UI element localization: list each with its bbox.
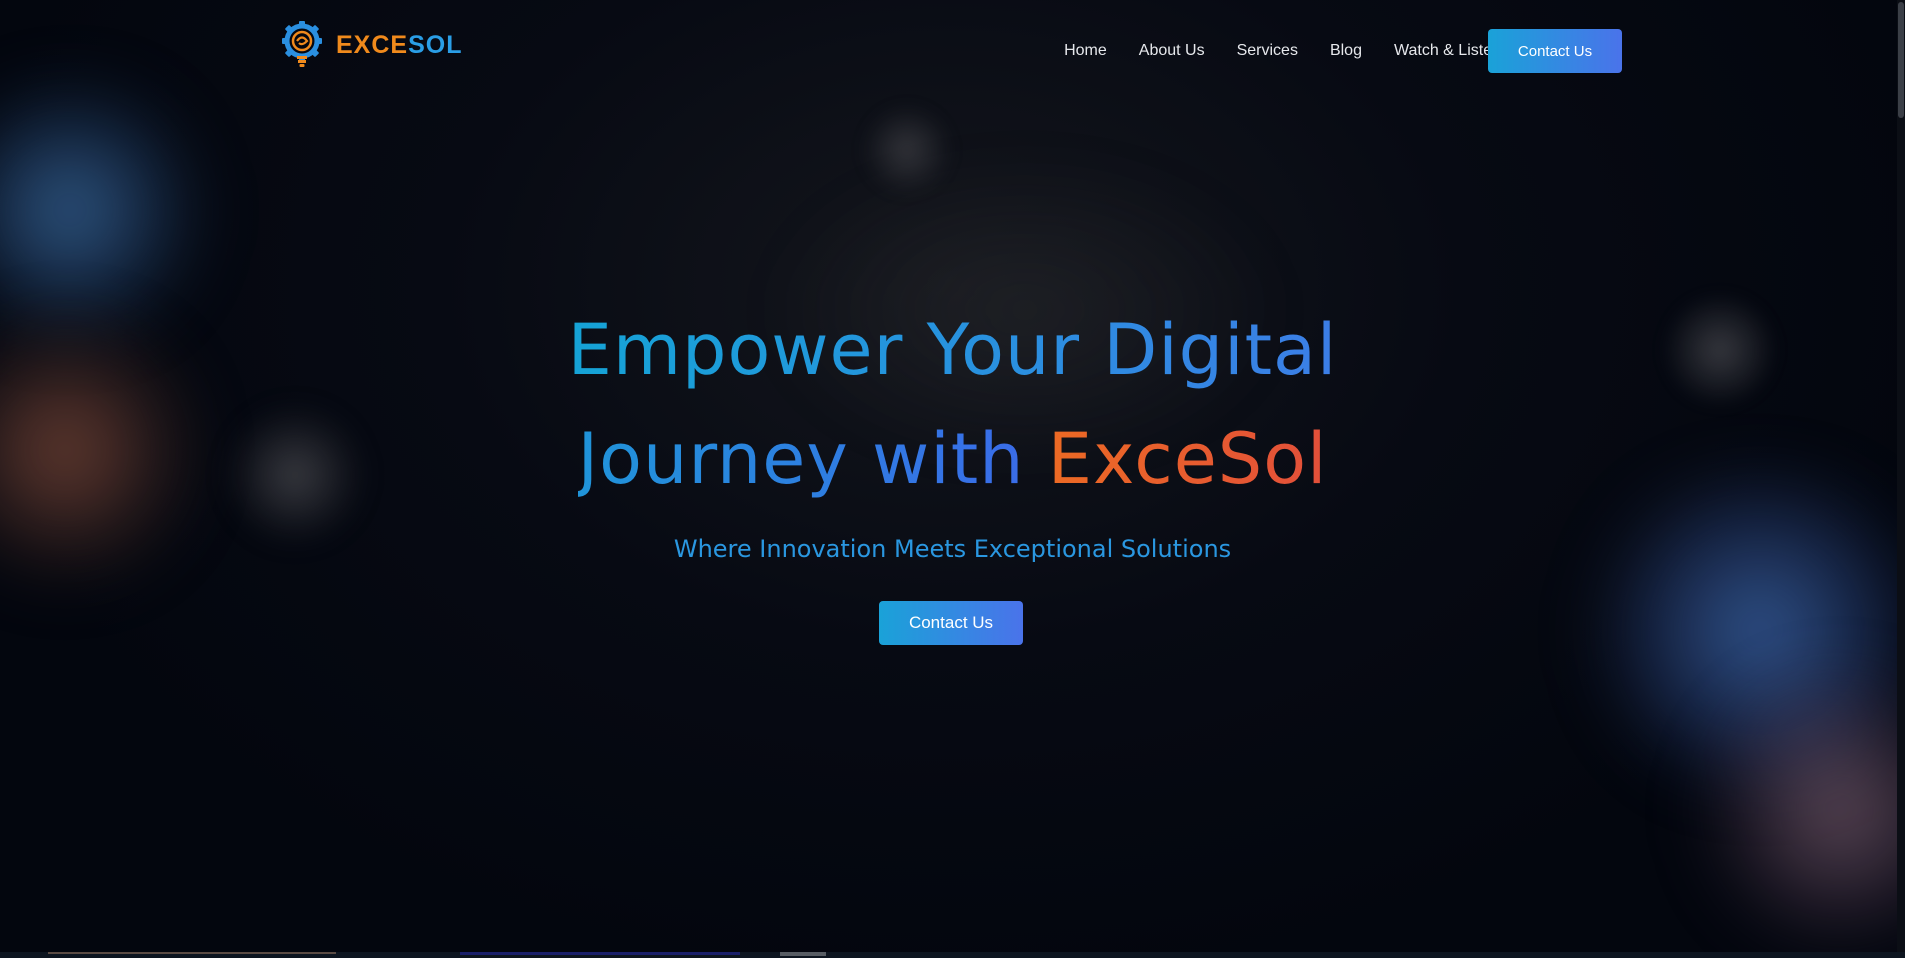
nav-item-watch-listen[interactable]: Watch & Listen xyxy=(1394,42,1501,60)
hero-heading-text-1: Empower Your Digital xyxy=(567,309,1338,391)
logo-text-part2: SOL xyxy=(408,30,463,59)
hero-heading-brand: ExceSol xyxy=(1047,418,1328,500)
background-blob-left-blue xyxy=(0,80,220,340)
hero-heading-text-2: Journey with xyxy=(577,418,1025,500)
nav-item-home[interactable]: Home xyxy=(1064,42,1107,60)
main-nav: Home About Us Services Blog Watch & List… xyxy=(1064,42,1501,60)
nav-item-about-us[interactable]: About Us xyxy=(1139,42,1205,60)
nav-item-blog[interactable]: Blog xyxy=(1330,42,1362,60)
site-logo[interactable]: EXCESOL xyxy=(280,20,463,70)
bottom-edge-strip xyxy=(0,952,1905,958)
page-scrollbar[interactable] xyxy=(1897,0,1905,958)
logo-text-part1: EXCE xyxy=(336,30,409,59)
hero-heading-line-1: Empower Your Digital xyxy=(0,305,1905,395)
logo-wordmark: EXCESOL xyxy=(336,31,463,60)
hero-contact-button[interactable]: Contact Us xyxy=(879,601,1023,645)
header-contact-button[interactable]: Contact Us xyxy=(1488,29,1622,73)
strip-segment xyxy=(460,952,740,955)
strip-segment xyxy=(780,952,826,956)
gear-bulb-icon xyxy=(282,21,322,67)
scrollbar-thumb[interactable] xyxy=(1898,2,1904,118)
landing-page: EXCESOL Home About Us Services Blog Watc… xyxy=(0,0,1905,958)
background-orb-top xyxy=(862,105,952,195)
site-header: EXCESOL Home About Us Services Blog Watc… xyxy=(0,0,1905,100)
hero-subtitle: Where Innovation Meets Exceptional Solut… xyxy=(673,535,1232,563)
hero-heading-line-2: Journey with ExceSol xyxy=(0,414,1905,504)
strip-segment xyxy=(48,952,336,954)
nav-item-services[interactable]: Services xyxy=(1237,42,1298,60)
